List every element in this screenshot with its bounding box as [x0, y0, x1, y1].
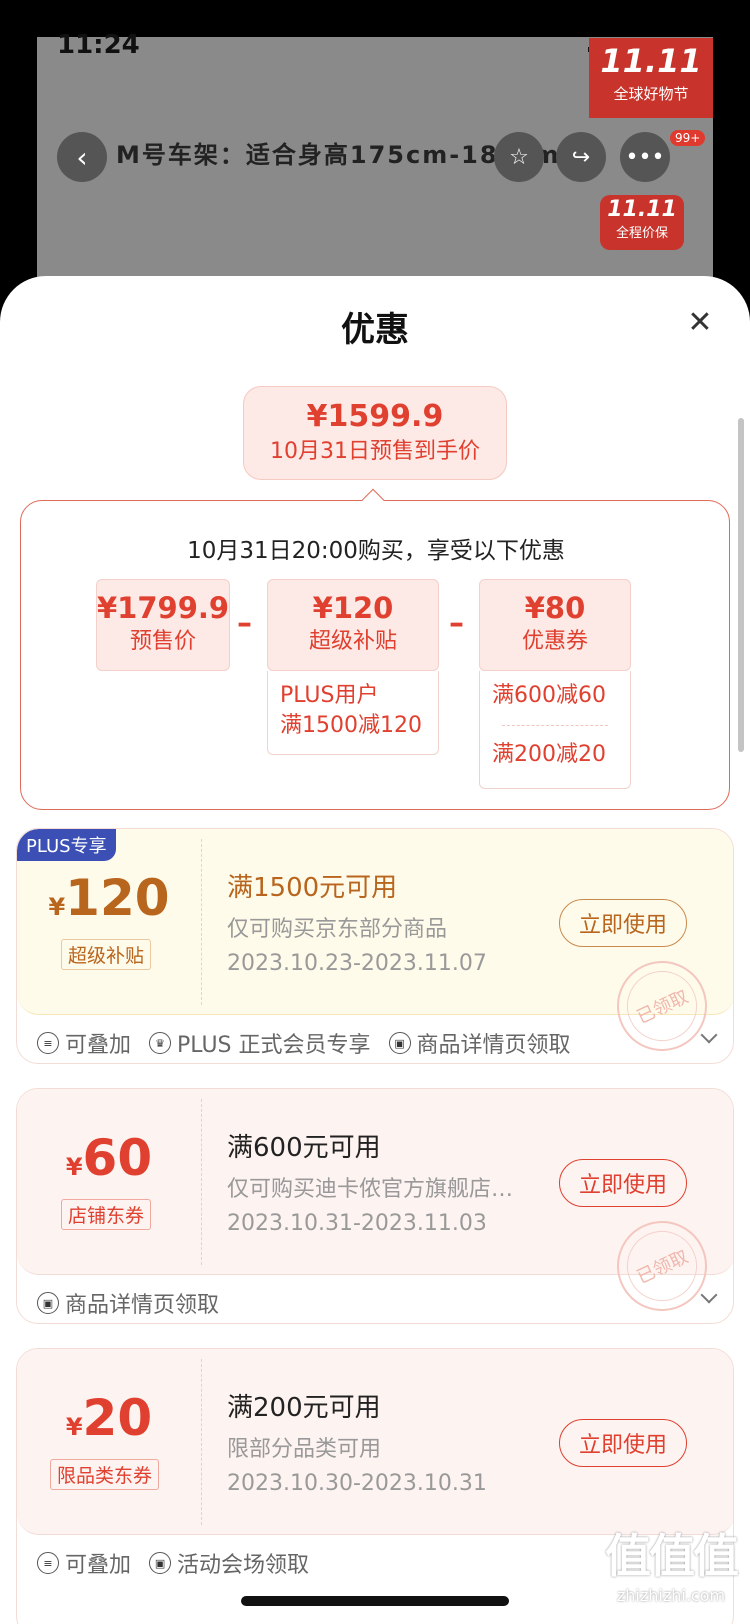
- final-price-box: ¥1599.9 10月31日预售到手价: [243, 386, 507, 480]
- notification-badge: 99+: [670, 130, 706, 146]
- coupon-validity: 2023.10.23-2023.11.07: [227, 951, 487, 976]
- coupon-details: 满600减60 满200减20: [479, 671, 631, 789]
- chevron-left-icon: ‹: [76, 140, 88, 174]
- coupon-threshold: 满200元可用: [227, 1393, 381, 1423]
- coupon-type-tag: 限品类东券: [50, 1459, 160, 1490]
- ticket-icon: ▣: [388, 1032, 411, 1054]
- chip-value: ¥120: [312, 591, 394, 625]
- site-watermark: 值值值 zhizhizhi.com: [596, 1520, 746, 1605]
- coupon-amount: ¥60: [17, 1129, 201, 1187]
- plus-exclusive-badge: PLUS专享: [17, 829, 116, 861]
- promo-text: 全球好物节: [613, 85, 689, 103]
- coupon-divider: [201, 1359, 202, 1525]
- more-button[interactable]: •••: [620, 132, 670, 182]
- coupon-detail-line: 满600减60: [492, 683, 606, 708]
- chip-value: ¥1799.9: [97, 591, 230, 625]
- claim-source-tag: ▣ 商品详情页领取: [37, 1287, 219, 1319]
- close-button[interactable]: ✕: [684, 304, 716, 340]
- subsidy-detail-line: PLUS用户: [280, 683, 379, 708]
- coupon-amount: ¥120: [17, 869, 201, 927]
- final-price-label: 10月31日预售到手价: [270, 439, 480, 464]
- coupon-detail-line: 满200减20: [492, 742, 606, 767]
- coupon-footer: ≡ 可叠加 ♛ PLUS 正式会员专享 ▣ 商品详情页领取: [37, 1027, 717, 1059]
- use-now-button[interactable]: 立即使用: [559, 1159, 687, 1207]
- coupon-threshold: 满600元可用: [227, 1133, 381, 1163]
- price-calculation-box: 10月31日20:00购买，享受以下优惠 ¥1799.9 预售价 – ¥120 …: [20, 500, 730, 810]
- stack-icon: ≡: [37, 1552, 59, 1574]
- claim-source-tag: ▣ 商品详情页领取: [388, 1027, 571, 1059]
- chip-label: 超级补贴: [308, 629, 397, 654]
- coupon-type-tag: 店铺东券: [61, 1199, 152, 1230]
- watermark-logo: 值值值: [605, 1529, 739, 1583]
- coupon-footer: ▣ 商品详情页领取: [37, 1287, 717, 1319]
- chip-label: 预售价: [129, 629, 196, 654]
- coupon-divider: [201, 1099, 202, 1265]
- footer-text: 商品详情页领取: [65, 1293, 220, 1318]
- footer-text: 活动会场领取: [177, 1553, 310, 1578]
- promo-logo: 11.11: [600, 42, 702, 80]
- promo-side-text: 全程价保: [615, 226, 668, 241]
- stackable-tag: ≡ 可叠加: [37, 1547, 131, 1579]
- coupon-threshold: 满1500元可用: [227, 873, 398, 903]
- scrollbar[interactable]: [738, 418, 744, 752]
- coupon-scope: 限部分品类可用: [227, 1437, 382, 1462]
- coupon-validity: 2023.10.31-2023.11.03: [227, 1211, 487, 1236]
- discount-sheet: 优惠 ✕ ¥1599.9 10月31日预售到手价 10月31日20:00购买，享…: [0, 276, 750, 1624]
- final-price: ¥1599.9: [306, 399, 444, 434]
- share-icon: ↪: [571, 144, 591, 170]
- favorite-button[interactable]: ☆: [494, 132, 544, 182]
- currency-symbol: ¥: [65, 1413, 83, 1441]
- use-now-button[interactable]: 立即使用: [559, 899, 687, 947]
- coupon-scope: 仅可购买迪卡侬官方旗舰店…: [227, 1177, 514, 1202]
- currency-symbol: ¥: [48, 893, 66, 921]
- footer-text: PLUS 正式会员专享: [177, 1033, 371, 1058]
- coupon-card-plus: PLUS专享 ¥120 超级补贴 满1500元可用 仅可购买京东部分商品 202…: [16, 828, 734, 1064]
- super-subsidy-chip: ¥120 超级补贴: [267, 579, 439, 671]
- home-indicator[interactable]: [241, 1596, 509, 1606]
- double-eleven-banner[interactable]: 11.11 全球好物节: [589, 38, 713, 118]
- claim-source-tag: ▣ 活动会场领取: [149, 1547, 309, 1579]
- stack-icon: ≡: [37, 1032, 59, 1054]
- amount-value: 120: [65, 869, 170, 927]
- promo-side-logo: 11.11: [607, 197, 677, 222]
- price-protection-badge[interactable]: 11.11 全程价保: [600, 195, 684, 250]
- crown-icon: ♛: [149, 1032, 172, 1054]
- stackable-tag: ≡ 可叠加: [37, 1027, 131, 1059]
- coupon-chip: ¥80 优惠券: [479, 579, 631, 671]
- presale-price-chip: ¥1799.9 预售价: [96, 579, 230, 671]
- ticket-icon: ▣: [149, 1552, 172, 1574]
- coupon-validity: 2023.10.30-2023.10.31: [227, 1471, 487, 1496]
- coupon-type-tag: 超级补贴: [61, 939, 152, 970]
- more-icon: •••: [625, 144, 665, 170]
- coupon-scope: 仅可购买京东部分商品: [227, 917, 448, 942]
- footer-text: 可叠加: [65, 1553, 132, 1578]
- share-button[interactable]: ↪: [556, 132, 606, 182]
- footer-text: 可叠加: [65, 1033, 132, 1058]
- chip-value: ¥80: [524, 591, 586, 625]
- calc-header: 10月31日20:00购买，享受以下优惠: [187, 538, 565, 564]
- plus-member-tag: ♛ PLUS 正式会员专享: [149, 1027, 371, 1059]
- minus-sign: –: [237, 606, 252, 641]
- subsidy-detail-line: 满1500减120: [280, 713, 422, 738]
- ticket-icon: ▣: [37, 1292, 59, 1314]
- amount-value: 20: [82, 1389, 153, 1447]
- subsidy-details: PLUS用户 满1500减120: [267, 671, 439, 755]
- detail-divider: [502, 725, 608, 726]
- coupon-card-shop: ¥60 店铺东券 满600元可用 仅可购买迪卡侬官方旗舰店… 2023.10.3…: [16, 1088, 734, 1324]
- use-now-button[interactable]: 立即使用: [559, 1419, 687, 1467]
- coupon-amount: ¥20: [17, 1389, 201, 1447]
- amount-value: 60: [82, 1129, 153, 1187]
- back-button[interactable]: ‹: [57, 132, 107, 182]
- currency-symbol: ¥: [65, 1153, 83, 1181]
- sheet-title: 优惠: [341, 310, 409, 350]
- footer-text: 商品详情页领取: [416, 1033, 571, 1058]
- star-icon: ☆: [509, 144, 529, 170]
- status-time: 11:24: [57, 30, 140, 60]
- chip-label: 优惠券: [521, 629, 588, 654]
- minus-sign: –: [449, 606, 464, 641]
- coupon-divider: [201, 839, 202, 1005]
- watermark-url: zhizhizhi.com: [616, 1586, 726, 1605]
- close-icon: ✕: [687, 304, 713, 340]
